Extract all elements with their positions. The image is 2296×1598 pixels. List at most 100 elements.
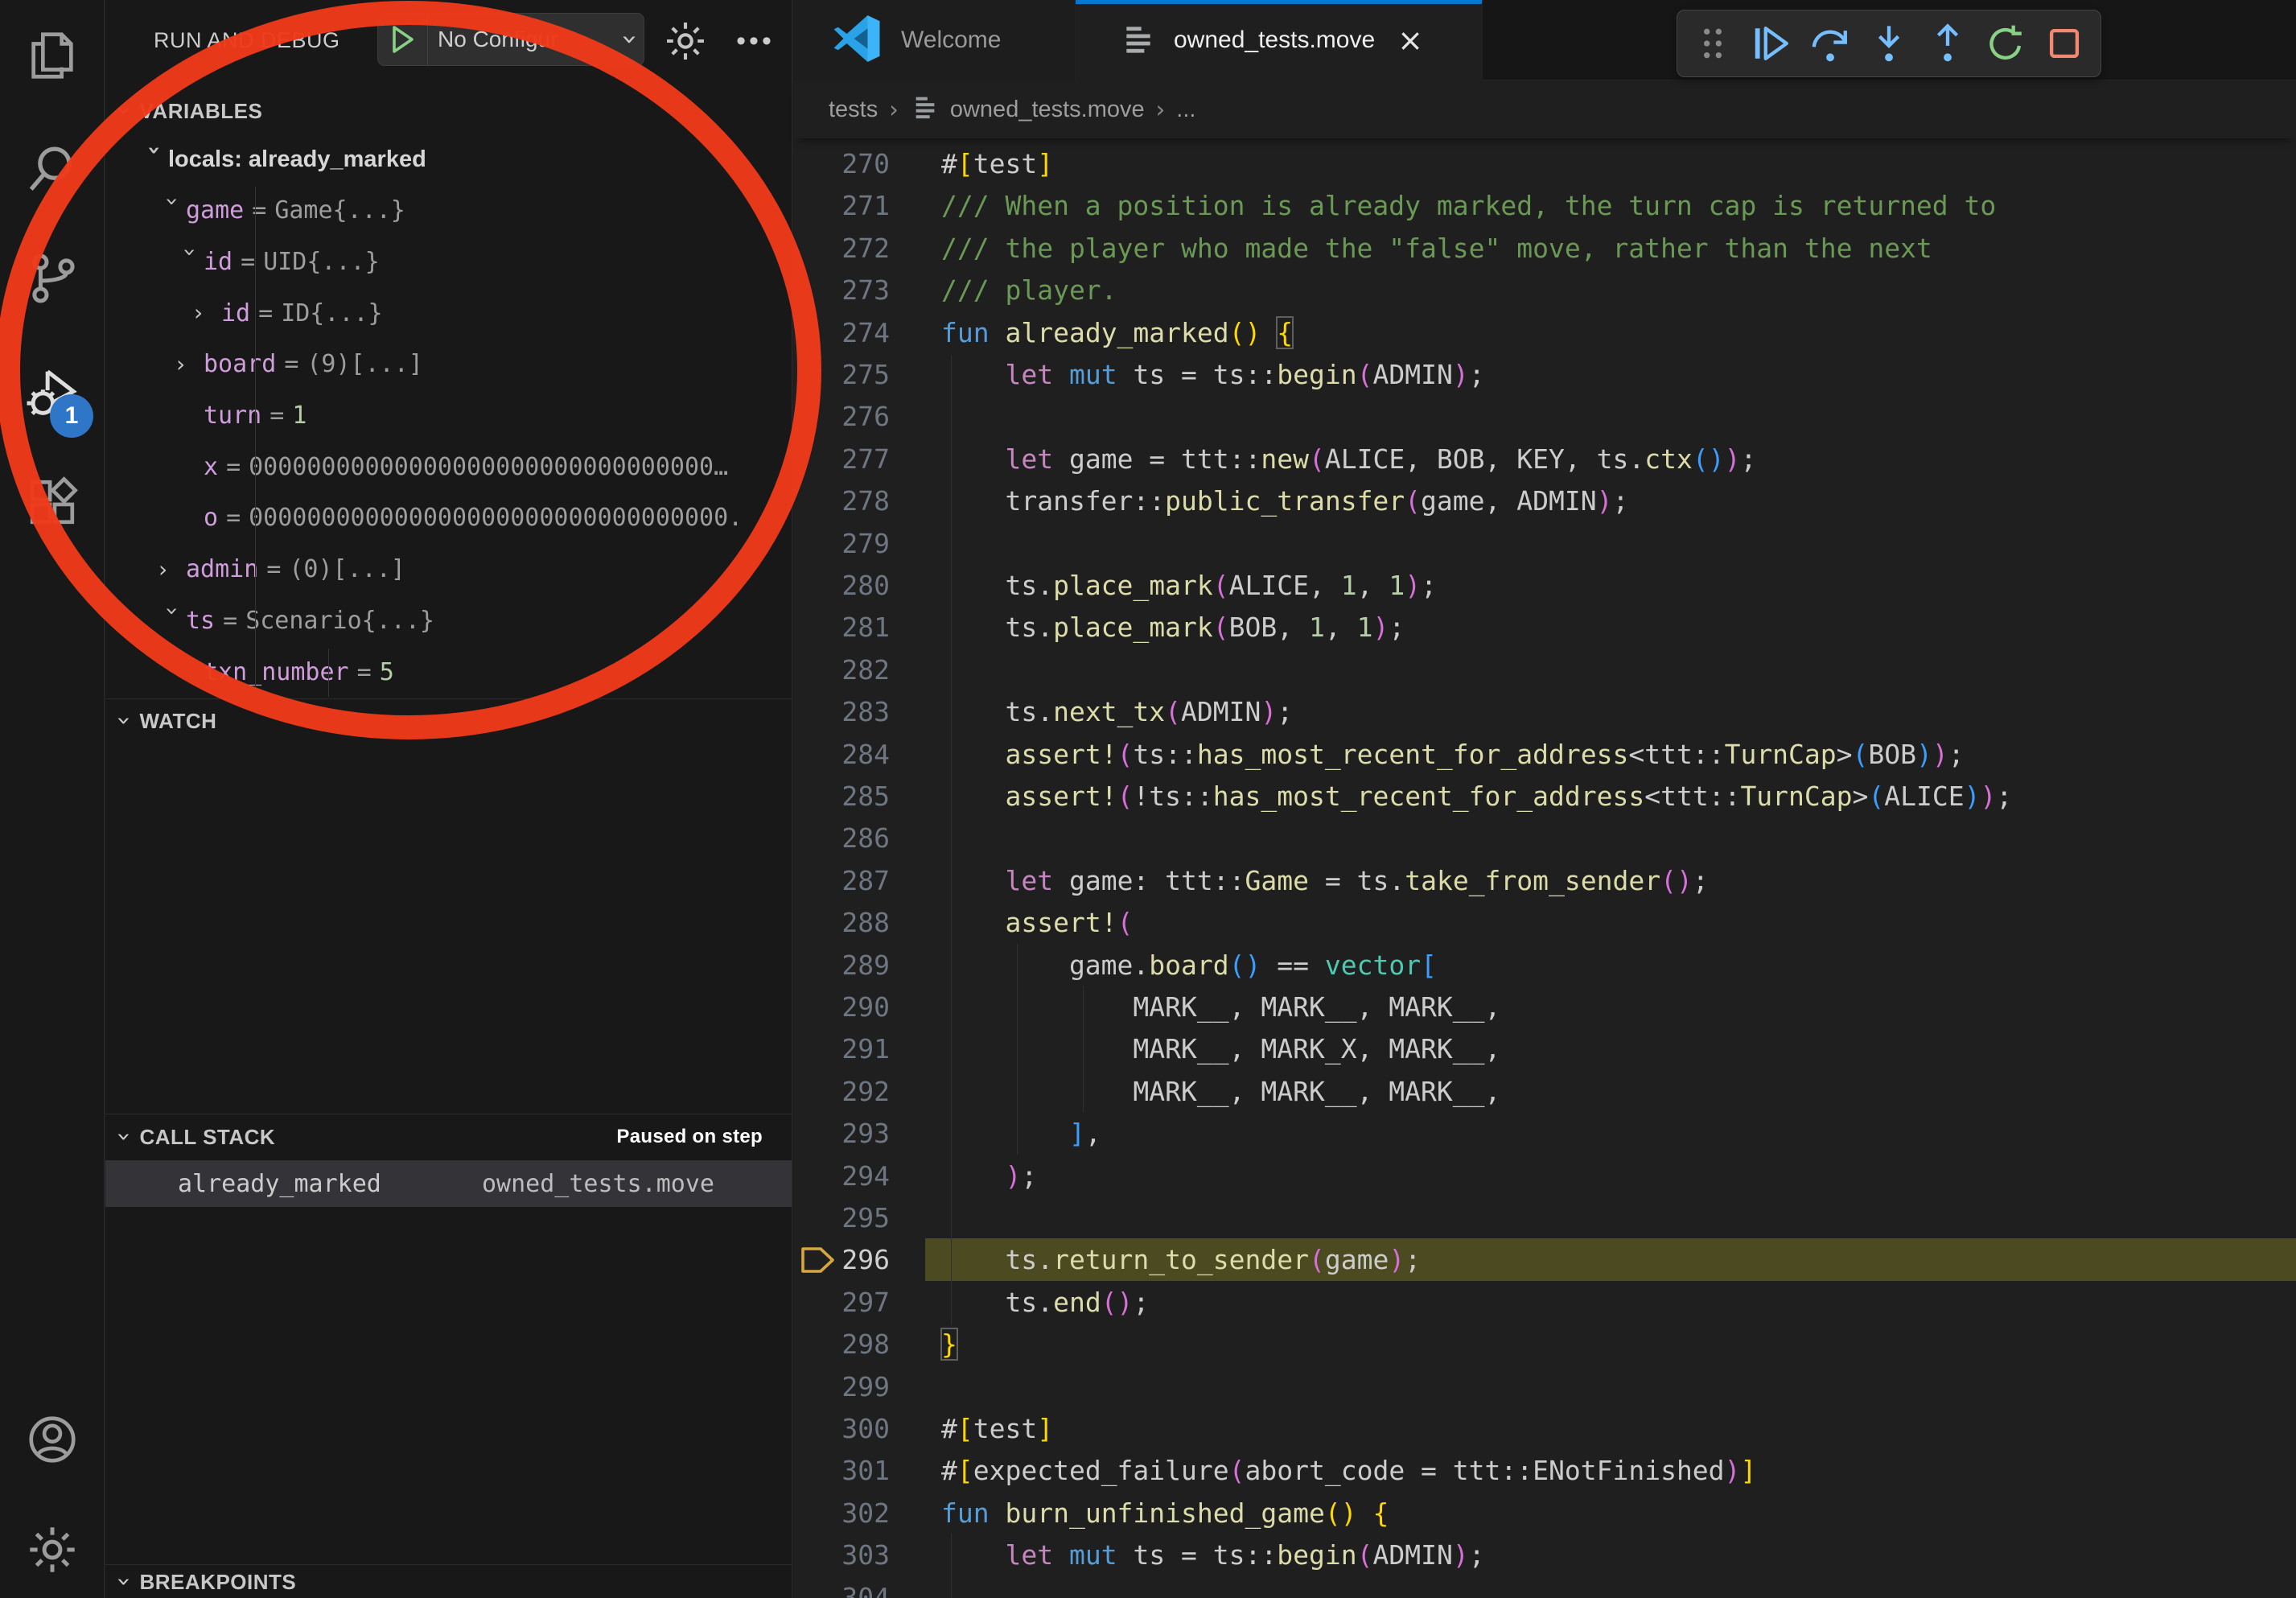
line-number[interactable]: 295 — [793, 1196, 890, 1239]
close-icon[interactable]: × — [1397, 25, 1423, 56]
chevron-right-icon[interactable]: › — [176, 353, 204, 376]
chevron-down-icon[interactable]: › — [143, 146, 166, 173]
code-line[interactable]: 294 ); — [793, 1155, 2296, 1197]
search-icon[interactable] — [24, 140, 80, 196]
settings-gear-icon[interactable] — [24, 1522, 80, 1578]
code-line[interactable]: 302fun burn_unfinished_game() { — [793, 1492, 2296, 1534]
code-line[interactable]: 286 — [793, 817, 2296, 859]
line-number[interactable]: 274 — [793, 311, 890, 354]
paused-breakpoint-icon[interactable] — [800, 1244, 837, 1276]
variable-row[interactable]: turn=1 — [105, 390, 792, 442]
line-number[interactable]: 297 — [793, 1281, 890, 1324]
debug-settings-gear-icon[interactable] — [662, 18, 709, 64]
variable-row[interactable]: x=00000000000000000000000000000000… — [105, 441, 792, 492]
line-number[interactable]: 298 — [793, 1323, 890, 1365]
launch-config-control[interactable]: No Configur › — [377, 13, 644, 66]
code-line[interactable]: 289 game.board() == vector[ — [793, 944, 2296, 986]
restart-button[interactable] — [1981, 18, 2032, 69]
tab-welcome[interactable]: Welcome — [793, 0, 1076, 80]
line-number[interactable]: 299 — [793, 1365, 890, 1408]
code-line[interactable]: 296 ts.return_to_sender(game); — [793, 1238, 2296, 1281]
breadcrumb-item-symbol[interactable]: ... — [1176, 97, 1195, 123]
code-line[interactable]: 283 ts.next_tx(ADMIN); — [793, 690, 2296, 733]
line-number[interactable]: 289 — [793, 944, 890, 986]
code-line[interactable]: 291 MARK__, MARK_X, MARK__, — [793, 1028, 2296, 1070]
code-line[interactable]: 287 let game: ttt::Game = ts.take_from_s… — [793, 859, 2296, 902]
step-into-button[interactable] — [1863, 18, 1915, 69]
code-line[interactable]: 282 — [793, 649, 2296, 691]
code-line[interactable]: 299 — [793, 1365, 2296, 1408]
code-line[interactable]: 285 assert!(!ts::has_most_recent_for_add… — [793, 775, 2296, 818]
code-line[interactable]: 274fun already_marked() { — [793, 311, 2296, 354]
line-number[interactable]: 293 — [793, 1112, 890, 1155]
variables-scope-row[interactable]: ›locals: already_marked — [105, 134, 792, 185]
source-control-icon[interactable] — [24, 250, 80, 307]
step-over-button[interactable] — [1804, 18, 1856, 69]
line-number[interactable]: 283 — [793, 690, 890, 733]
start-debug-icon[interactable] — [378, 14, 428, 65]
code-line[interactable]: 304 — [793, 1576, 2296, 1598]
line-number[interactable]: 277 — [793, 438, 890, 480]
line-number[interactable]: 284 — [793, 733, 890, 776]
code-line[interactable]: 272/// the player who made the "false" m… — [793, 227, 2296, 270]
variable-row[interactable]: ›id=ID{...} — [105, 287, 792, 339]
chevron-right-icon[interactable]: › — [158, 558, 186, 581]
code-line[interactable]: 297 ts.end(); — [793, 1281, 2296, 1324]
line-number[interactable]: 271 — [793, 184, 890, 227]
code-line[interactable]: 301#[expected_failure(abort_code = ttt::… — [793, 1449, 2296, 1492]
code-line[interactable]: 273/// player. — [793, 269, 2296, 311]
code-line[interactable]: 293 ], — [793, 1112, 2296, 1155]
explorer-icon[interactable] — [24, 27, 80, 84]
code-line[interactable]: 280 ts.place_mark(ALICE, 1, 1); — [793, 564, 2296, 607]
code-line[interactable]: 277 let game = ttt::new(ALICE, BOB, KEY,… — [793, 438, 2296, 480]
variable-row[interactable]: ›game=Game{...} — [105, 185, 792, 237]
continue-button[interactable] — [1746, 18, 1797, 69]
variable-row[interactable]: ›ts=Scenario{...} — [105, 595, 792, 646]
variables-section-header[interactable]: › VARIABLES — [105, 89, 792, 134]
code-line[interactable]: 276 — [793, 395, 2296, 438]
line-number[interactable]: 294 — [793, 1155, 890, 1197]
code-line[interactable]: 270#[test] — [793, 142, 2296, 185]
line-number[interactable]: 273 — [793, 269, 890, 311]
tab-owned-tests-move[interactable]: owned_tests.move × — [1076, 0, 1483, 80]
extensions-icon[interactable] — [24, 474, 80, 530]
config-dropdown-label[interactable]: No Configur — [428, 27, 624, 52]
line-number[interactable]: 290 — [793, 986, 890, 1028]
code-line[interactable]: 292 MARK__, MARK__, MARK__, — [793, 1070, 2296, 1113]
line-number[interactable]: 276 — [793, 395, 890, 438]
code-line[interactable]: 303 let mut ts = ts::begin(ADMIN); — [793, 1534, 2296, 1576]
line-number[interactable]: 302 — [793, 1492, 890, 1534]
line-number[interactable]: 275 — [793, 353, 890, 396]
variable-row[interactable]: ›board=(9)[...] — [105, 339, 792, 390]
line-number[interactable]: 278 — [793, 480, 890, 522]
watch-section-header[interactable]: › WATCH — [105, 700, 792, 742]
code-line[interactable]: 288 assert!( — [793, 901, 2296, 944]
stop-button[interactable] — [2039, 18, 2090, 69]
call-stack-section-header[interactable]: › CALL STACK Paused on step — [105, 1115, 792, 1159]
line-number[interactable]: 286 — [793, 817, 890, 859]
code-editor[interactable]: 270#[test]271/// When a position is alre… — [793, 142, 2296, 1598]
breadcrumb-item-file[interactable]: owned_tests.move — [950, 97, 1145, 123]
call-stack-frame[interactable]: already_marked owned_tests.move — [105, 1160, 792, 1207]
code-line[interactable]: 290 MARK__, MARK__, MARK__, — [793, 986, 2296, 1028]
chevron-down-icon[interactable]: › — [616, 34, 644, 45]
chevron-right-icon[interactable]: › — [194, 302, 221, 324]
variable-row[interactable]: ›admin=(0)[...] — [105, 544, 792, 595]
variable-row[interactable]: ›id=UID{...} — [105, 236, 792, 287]
chevron-down-icon[interactable]: › — [179, 248, 201, 275]
code-line[interactable]: 279 — [793, 522, 2296, 565]
line-number[interactable]: 292 — [793, 1070, 890, 1113]
chevron-down-icon[interactable]: › — [161, 197, 183, 224]
line-number[interactable]: 303 — [793, 1534, 890, 1576]
chevron-down-icon[interactable]: › — [161, 607, 183, 634]
line-number[interactable]: 287 — [793, 859, 890, 902]
line-number[interactable]: 304 — [793, 1576, 890, 1598]
more-actions-icon[interactable]: ••• — [731, 18, 780, 64]
toolbar-drag-grip[interactable] — [1687, 18, 1738, 69]
line-number[interactable]: 272 — [793, 227, 890, 270]
code-line[interactable]: 278 transfer::public_transfer(game, ADMI… — [793, 480, 2296, 522]
code-line[interactable]: 281 ts.place_mark(BOB, 1, 1); — [793, 606, 2296, 649]
line-number[interactable]: 279 — [793, 522, 890, 565]
line-number[interactable]: 280 — [793, 564, 890, 607]
line-number[interactable]: 270 — [793, 142, 890, 185]
